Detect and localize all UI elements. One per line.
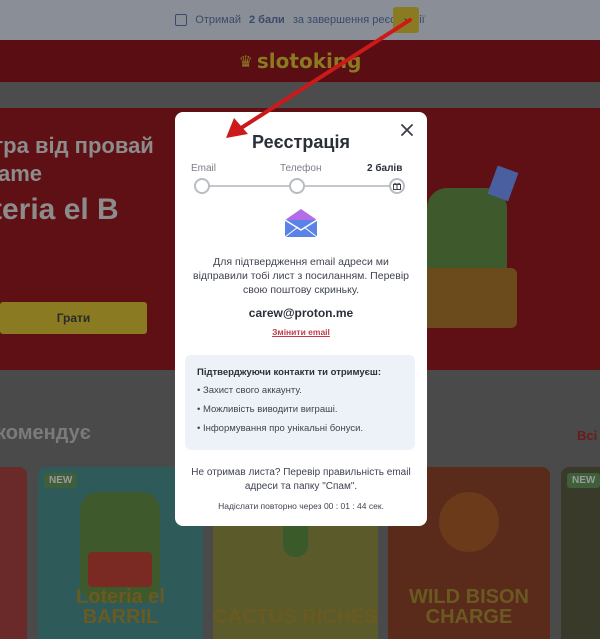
hero-play-button[interactable]: Грати xyxy=(0,302,147,334)
new-badge: NEW xyxy=(567,473,600,488)
resend-text: Надіслати повторно через xyxy=(218,501,322,511)
hero-line-2: ame xyxy=(0,161,43,186)
benefits-box: Підтверджуючи контакти ти отримуєш: • За… xyxy=(185,355,415,450)
email-value: carew@proton.me xyxy=(248,306,354,320)
benefits-title: Підтверджуючи контакти ти отримуєш: xyxy=(197,367,382,378)
resend-countdown: Надіслати повторно через 00 : 01 : 44 се… xyxy=(175,501,427,511)
section-title: комендує xyxy=(0,422,91,444)
site-logo[interactable]: ♛ slotoking xyxy=(239,49,362,73)
benefit-item: • Можливість виводити виграші. xyxy=(197,404,338,415)
gift-icon xyxy=(393,182,401,190)
step-points-dot xyxy=(389,178,405,194)
logo-text: slotoking xyxy=(256,49,362,73)
hero-game-art xyxy=(417,165,519,328)
registration-modal: Реєстрація Email Телефон 2 балів Для під… xyxy=(175,112,427,526)
step-points-label: 2 балів xyxy=(367,163,403,174)
resend-timer: 00 : 01 : 44 сек. xyxy=(323,501,384,511)
confirmation-message: Для підтвердження email адреси ми відпра… xyxy=(192,256,409,296)
sub-navigation xyxy=(0,82,600,108)
crown-icon: ♛ xyxy=(238,51,253,71)
promo-bar: Отримай 2 бали за завершення реєстрації xyxy=(0,0,600,40)
step-email-dot xyxy=(194,178,210,194)
modal-title: Реєстрація xyxy=(252,132,350,152)
benefit-item: • Інформування про унікальні бонуси. xyxy=(197,423,364,434)
gift-icon xyxy=(175,14,188,26)
see-all-link[interactable]: Всі xyxy=(577,428,597,443)
promo-arrow-button[interactable]: › xyxy=(393,7,419,33)
change-email-link[interactable]: Змінити email xyxy=(175,327,427,337)
benefit-item: • Захист свого аккаунту. xyxy=(197,385,302,396)
promo-points: 2 бали xyxy=(248,14,285,26)
step-phone-label: Телефон xyxy=(280,163,322,174)
step-phone-dot xyxy=(289,178,305,194)
envelope-icon xyxy=(284,209,318,238)
game-title: CACTUS RICHES xyxy=(213,606,378,628)
game-card-partial-right[interactable]: NEW xyxy=(561,467,600,639)
hero-line-3: teria el B xyxy=(0,193,119,226)
game-card-partial-left[interactable] xyxy=(0,467,27,639)
chevron-right-icon: › xyxy=(403,12,409,28)
game-title: WILD BISON CHARGE xyxy=(409,586,529,628)
not-received-message: Не отримав листа? Перевір правильність e… xyxy=(191,467,411,492)
close-icon[interactable] xyxy=(399,122,415,138)
site-header: ♛ slotoking xyxy=(0,40,600,82)
hero-line-1: гра від провай xyxy=(0,133,154,158)
step-email-label: Email xyxy=(191,163,217,174)
promo-text-before: Отримай xyxy=(195,14,241,26)
hero-text: гра від провай ame teria el B xyxy=(0,133,154,227)
game-title: Loteria el BARRIL xyxy=(76,586,165,628)
